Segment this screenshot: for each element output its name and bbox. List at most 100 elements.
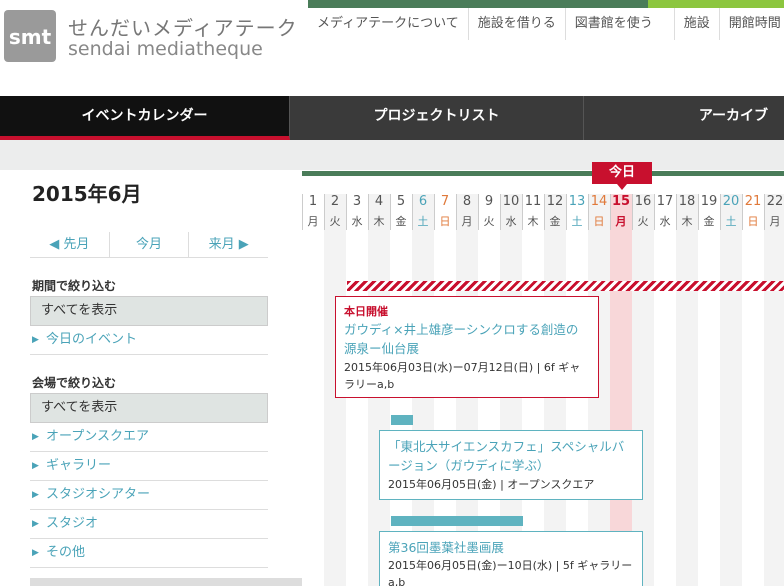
day-weekday: 土 [571,215,583,228]
main-nav: イベントカレンダー プロジェクトリスト アーカイブ [0,96,784,140]
next-month-label: 来月 [208,237,235,252]
main-nav-project-list[interactable]: プロジェクトリスト [290,96,584,140]
today-badge: 今日 [592,162,652,184]
day-number: 18 [678,194,696,209]
day-weekday: 水 [659,215,671,228]
today-arrow-icon [617,184,627,190]
day-number: 19 [700,194,718,209]
main-nav-event-calendar[interactable]: イベントカレンダー [0,96,290,140]
calendar-day-column: 18 木 [676,194,698,586]
triangle-right-icon: ▶ [32,548,39,558]
event-title[interactable]: 「東北大サイエンスカフェ」スペシャルバージョン（ガウディに学ぶ） [388,437,634,476]
venue-filter-other[interactable]: ▶ その他 [30,539,268,568]
today-open-badge: 本日開催 [344,305,388,318]
next-month-button[interactable]: 来月 ▶ [188,232,268,257]
event-meta: 2015年06月03日(水)ー07月12日(日) | 6f ギャラリーa,b [344,360,581,391]
filter-label: オープンスクエア [46,429,149,444]
event-card-bokuyousha[interactable]: 第36回墨葉社墨画展 2015年06月05日(金)ー10日(水) | 5f ギャ… [379,531,643,586]
day-separator [434,194,435,230]
day-number: 1 [308,194,318,209]
day-number: 7 [440,194,450,209]
event-title[interactable]: ガウディ×井上雄彦ーシンクロする創造の源泉ー仙台展 [344,320,590,359]
period-filter-heading: 期間で絞り込む [32,279,117,293]
top-accent-bar-green [308,0,648,8]
calendar-grid: 1 月 2 火 3 水 4 木 5 金 6 土 7 日 8 月 9 火 10 水 11 木 12 金 13 土 14 日 15 月 16 火 1… [302,176,784,586]
event-meta: 2015年06月05日(金)ー10日(水) | 5f ギャラリーa,b [388,559,633,586]
period-show-all[interactable]: すべてを表示 [30,296,268,326]
day-weekday: 土 [725,215,737,228]
month-title: 2015年6月 [32,182,142,206]
day-number: 21 [744,194,762,209]
day-number: 20 [722,194,740,209]
day-number: 14 [590,194,608,209]
event-title[interactable]: 第36回墨葉社墨画展 [388,538,634,557]
day-number: 15 [611,194,631,209]
day-weekday: 水 [505,215,517,228]
period-filter-today[interactable]: ▶ 今日のイベント [30,326,268,355]
triangle-right-icon: ▶ [32,461,39,471]
venue-filter-studio[interactable]: ▶ スタジオ [30,510,268,539]
logo-mark-text: smt [9,25,52,49]
day-number: 6 [418,194,428,209]
calendar-day-column: 21 日 [742,194,764,586]
top-nav-rent[interactable]: 施設を借りる [467,8,565,40]
day-separator [698,194,699,230]
day-number: 11 [524,194,542,209]
calendar-day-column: 20 土 [720,194,742,586]
top-accent-bar-lime [648,0,784,8]
event-card-science-cafe[interactable]: 「東北大サイエンスカフェ」スペシャルバージョン（ガウディに学ぶ） 2015年06… [379,430,643,500]
horizontal-scrollbar[interactable] [30,578,338,586]
main-nav-archive[interactable]: アーカイブ [584,96,784,140]
day-number: 2 [330,194,340,209]
prev-month-button[interactable]: ◀ 先月 [30,232,109,257]
event-bar-gaudi[interactable] [347,281,784,291]
triangle-right-icon: ▶ [32,335,39,345]
event-bar-science-cafe[interactable] [391,415,413,425]
day-weekday: 火 [329,215,341,228]
day-separator [500,194,501,230]
top-nav-hours[interactable]: 開館時間 [718,8,784,40]
filter-label: スタジオシアター [46,487,151,502]
venue-show-all[interactable]: すべてを表示 [30,393,268,423]
day-number: 9 [484,194,494,209]
calendar-day-column: 1月 [302,194,324,586]
arrow-left-icon: ◀ [49,237,60,252]
top-nav-facility[interactable]: 施設 [673,8,719,40]
event-card-gaudi[interactable]: 本日開催 ガウディ×井上雄彦ーシンクロする創造の源泉ー仙台展 2015年06月0… [335,296,599,398]
day-weekday: 金 [703,215,715,228]
day-separator [522,194,523,230]
current-month-button[interactable]: 今月 [108,232,189,257]
event-bar-bokuyousha[interactable] [391,516,523,526]
day-separator [412,194,413,230]
day-separator [588,194,589,230]
day-number: 10 [502,194,520,209]
day-separator [654,194,655,230]
day-separator [566,194,567,230]
day-number: 13 [568,194,586,209]
day-separator [346,194,347,230]
day-separator [720,194,721,230]
site-logo[interactable]: smt せんだいメディアテーク sendai mediatheque [2,2,302,66]
day-separator [368,194,369,230]
venue-filter-studio-theater[interactable]: ▶ スタジオシアター [30,481,268,510]
day-separator [610,194,611,230]
day-number: 4 [374,194,384,209]
day-weekday: 月 [461,215,473,228]
top-nav-library[interactable]: 図書館を使う [564,8,662,40]
top-nav-about[interactable]: メディアテークについて [308,8,468,40]
day-number: 3 [352,194,362,209]
day-separator [544,194,545,230]
day-weekday: 火 [637,215,649,228]
day-separator [324,194,325,230]
venue-filter-gallery[interactable]: ▶ ギャラリー [30,452,268,481]
day-number: 5 [396,194,406,209]
calendar-day-column: 19 金 [698,194,720,586]
triangle-right-icon: ▶ [32,432,39,442]
day-separator [456,194,457,230]
calendar-day-column: 17 水 [654,194,676,586]
venue-filter-open-square[interactable]: ▶ オープンスクエア [30,423,268,452]
day-weekday: 月 [615,215,627,228]
day-separator [764,194,765,230]
day-separator [632,194,633,230]
filter-label: スタジオ [46,516,99,531]
